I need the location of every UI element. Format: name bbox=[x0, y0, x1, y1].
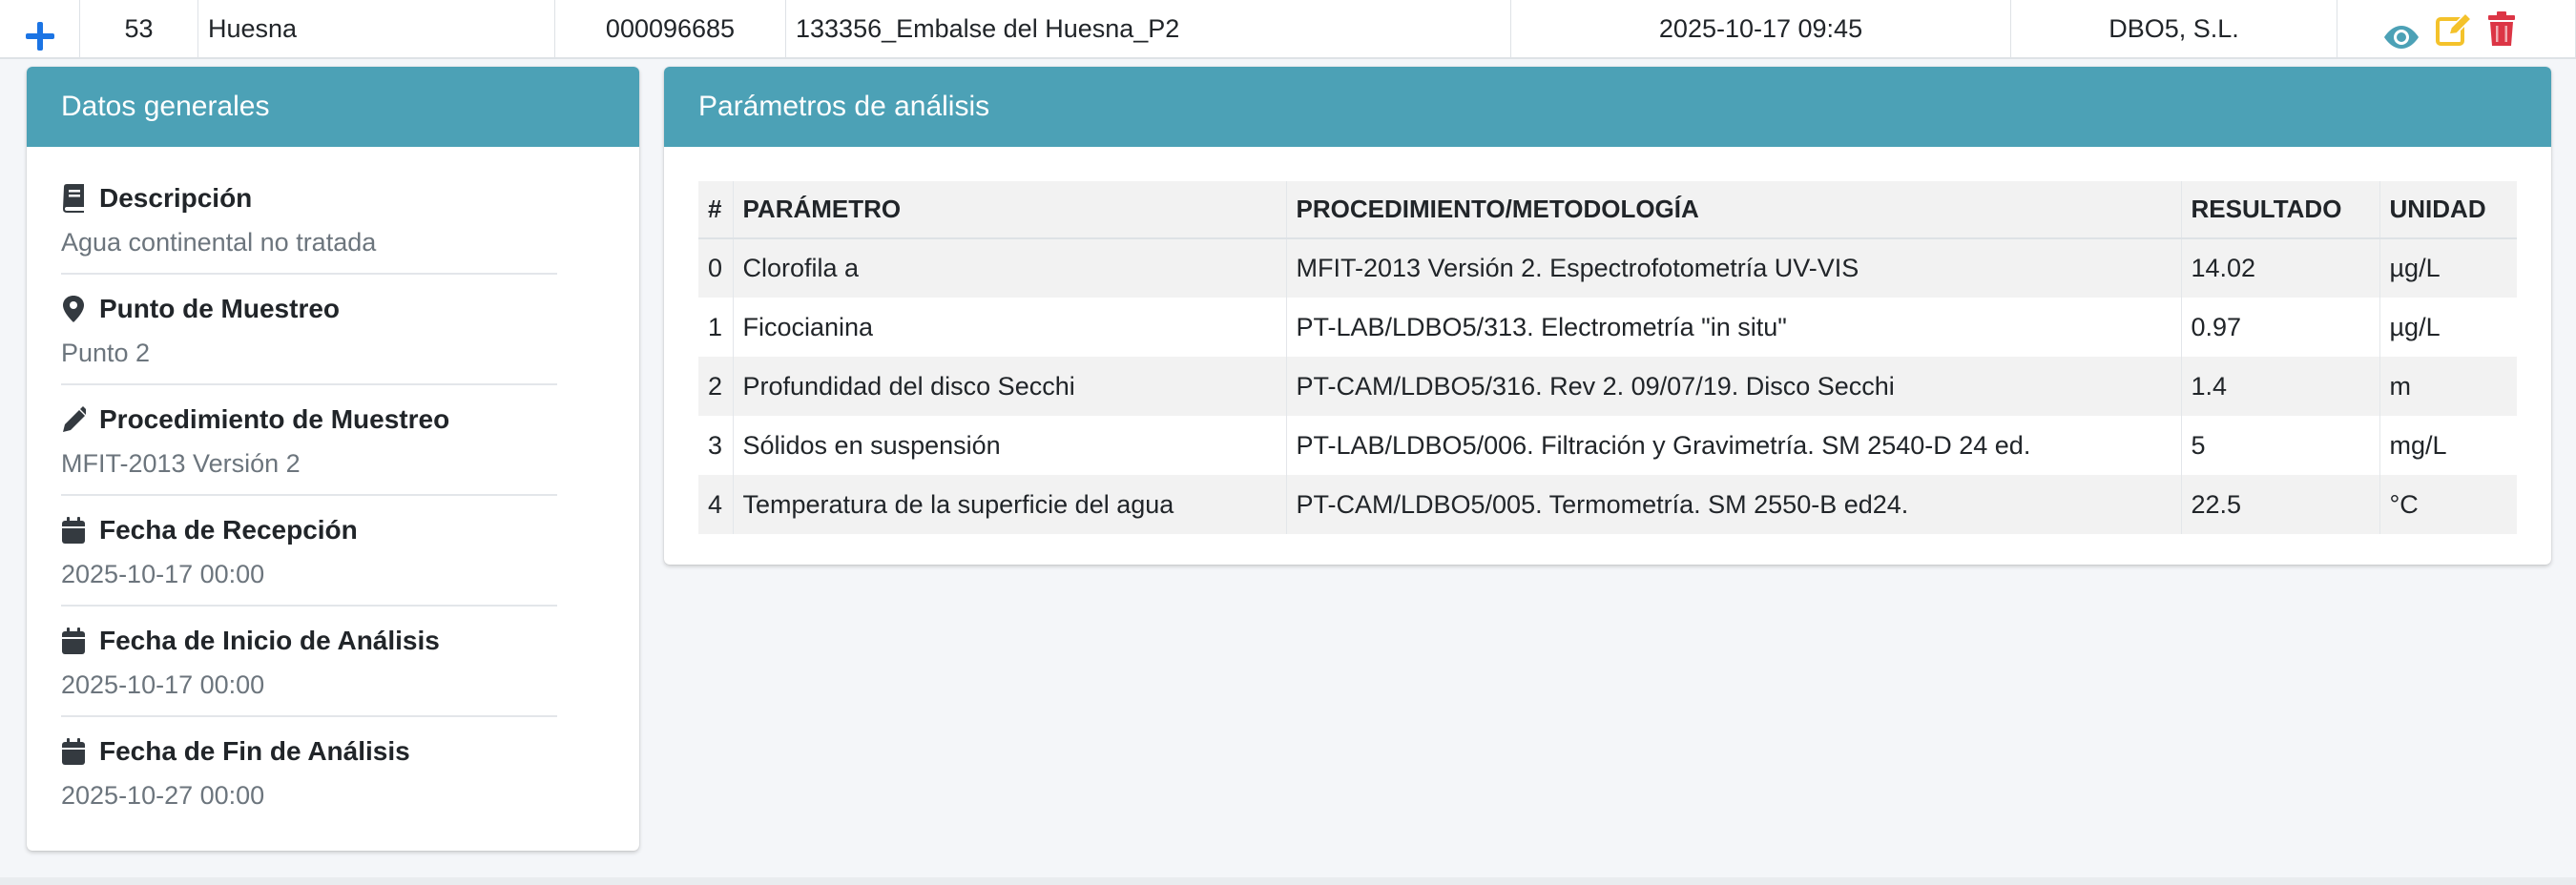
cell-parameter: Temperatura de la superficie del agua bbox=[733, 475, 1287, 534]
cell-procedure: PT-CAM/LDBO5/005. Termometría. SM 2550-B… bbox=[1286, 475, 2182, 534]
sample-row[interactable]: 53 Huesna 000096685 133356_Embalse del H… bbox=[0, 0, 2576, 59]
general-info-list: Descripción Agua continental no tratada … bbox=[27, 147, 639, 828]
table-row: 0 Clorofila a MFIT-2013 Versión 2. Espec… bbox=[698, 238, 2517, 298]
info-label-reception-date: Fecha de Recepción bbox=[99, 515, 358, 545]
info-item-description: Descripción Agua continental no tratada bbox=[61, 164, 557, 275]
cell-index: 0 bbox=[698, 238, 734, 298]
calendar-icon bbox=[61, 737, 86, 766]
info-label-description: Descripción bbox=[99, 183, 253, 213]
view-icon[interactable] bbox=[2381, 14, 2421, 49]
info-value-sampling-procedure: MFIT-2013 Versión 2 bbox=[61, 449, 301, 478]
params-table: # PARÁMETRO PROCEDIMIENTO/METODOLOGÍA RE… bbox=[698, 181, 2517, 534]
col-header-unit: UNIDAD bbox=[2379, 181, 2517, 239]
row-code: 000096685 bbox=[555, 0, 786, 57]
table-row: 2 Profundidad del disco Secchi PT-CAM/LD… bbox=[698, 357, 2517, 416]
cell-procedure: PT-LAB/LDBO5/313. Electrometría "in situ… bbox=[1286, 298, 2182, 357]
cell-procedure: MFIT-2013 Versión 2. Espectrofotometría … bbox=[1286, 238, 2182, 298]
cell-unit: °C bbox=[2379, 475, 2517, 534]
info-item-sampling-point: Punto de Muestreo Punto 2 bbox=[61, 275, 557, 385]
cell-parameter: Clorofila a bbox=[733, 238, 1287, 298]
row-datetime: 2025-10-17 09:45 bbox=[1511, 0, 2011, 57]
cell-index: 4 bbox=[698, 475, 734, 534]
info-value-analysis-end: 2025-10-27 00:00 bbox=[61, 781, 265, 810]
info-value-description: Agua continental no tratada bbox=[61, 228, 377, 257]
plus-icon[interactable] bbox=[25, 22, 54, 51]
table-row: 4 Temperatura de la superficie del agua … bbox=[698, 475, 2517, 534]
col-header-result: RESULTADO bbox=[2181, 181, 2380, 239]
bottom-border bbox=[0, 877, 2576, 885]
col-header-parameter: PARÁMETRO bbox=[733, 181, 1287, 239]
params-card: Parámetros de análisis # PARÁMETRO PROCE… bbox=[664, 67, 2551, 565]
calendar-icon bbox=[61, 627, 86, 655]
params-card-title: Parámetros de análisis bbox=[664, 67, 2551, 147]
row-detail: Datos generales Descripción Agua contine… bbox=[0, 59, 2576, 877]
pencil-icon bbox=[61, 405, 86, 434]
cell-procedure: PT-CAM/LDBO5/316. Rev 2. 09/07/19. Disco… bbox=[1286, 357, 2182, 416]
info-item-reception-date: Fecha de Recepción 2025-10-17 00:00 bbox=[61, 496, 557, 607]
info-value-analysis-start: 2025-10-17 00:00 bbox=[61, 670, 265, 699]
delete-icon[interactable] bbox=[2486, 10, 2517, 47]
cell-index: 1 bbox=[698, 298, 734, 357]
col-header-index: # bbox=[698, 181, 734, 239]
info-label-sampling-point: Punto de Muestreo bbox=[99, 294, 341, 323]
general-card-title: Datos generales bbox=[27, 67, 639, 147]
table-row: 3 Sólidos en suspensión PT-LAB/LDBO5/006… bbox=[698, 416, 2517, 475]
general-card: Datos generales Descripción Agua contine… bbox=[27, 67, 639, 851]
info-value-sampling-point: Punto 2 bbox=[61, 339, 151, 367]
cell-result: 14.02 bbox=[2181, 238, 2380, 298]
cell-parameter: Profundidad del disco Secchi bbox=[733, 357, 1287, 416]
row-number: 53 bbox=[80, 0, 198, 57]
col-header-procedure: PROCEDIMIENTO/METODOLOGÍA bbox=[1286, 181, 2182, 239]
info-label-analysis-end: Fecha de Fin de Análisis bbox=[99, 736, 410, 766]
params-header-row: # PARÁMETRO PROCEDIMIENTO/METODOLOGÍA RE… bbox=[698, 181, 2517, 239]
row-company: DBO5, S.L. bbox=[2011, 0, 2337, 57]
cell-index: 3 bbox=[698, 416, 734, 475]
cell-parameter: Ficocianina bbox=[733, 298, 1287, 357]
map-marker-icon bbox=[61, 295, 86, 323]
table-row: 1 Ficocianina PT-LAB/LDBO5/313. Electrom… bbox=[698, 298, 2517, 357]
cell-unit: m bbox=[2379, 357, 2517, 416]
calendar-icon bbox=[61, 516, 86, 545]
expand-cell bbox=[0, 0, 80, 57]
info-item-analysis-start: Fecha de Inicio de Análisis 2025-10-17 0… bbox=[61, 607, 557, 717]
cell-unit: µg/L bbox=[2379, 238, 2517, 298]
cell-result: 5 bbox=[2181, 416, 2380, 475]
cell-result: 1.4 bbox=[2181, 357, 2380, 416]
info-item-analysis-end: Fecha de Fin de Análisis 2025-10-27 00:0… bbox=[61, 717, 557, 828]
info-label-analysis-start: Fecha de Inicio de Análisis bbox=[99, 626, 440, 655]
cell-procedure: PT-LAB/LDBO5/006. Filtración y Gravimetr… bbox=[1286, 416, 2182, 475]
cell-unit: µg/L bbox=[2379, 298, 2517, 357]
cell-unit: mg/L bbox=[2379, 416, 2517, 475]
row-actions bbox=[2337, 0, 2576, 57]
row-name: Huesna bbox=[198, 0, 555, 57]
cell-parameter: Sólidos en suspensión bbox=[733, 416, 1287, 475]
info-value-reception-date: 2025-10-17 00:00 bbox=[61, 560, 265, 588]
row-description: 133356_Embalse del Huesna_P2 bbox=[786, 0, 1511, 57]
cell-result: 0.97 bbox=[2181, 298, 2380, 357]
cell-index: 2 bbox=[698, 357, 734, 416]
cell-result: 22.5 bbox=[2181, 475, 2380, 534]
edit-icon[interactable] bbox=[2435, 10, 2473, 47]
book-icon bbox=[61, 184, 86, 213]
info-item-sampling-procedure: Procedimiento de Muestreo MFIT-2013 Vers… bbox=[61, 385, 557, 496]
info-label-sampling-procedure: Procedimiento de Muestreo bbox=[99, 404, 450, 434]
